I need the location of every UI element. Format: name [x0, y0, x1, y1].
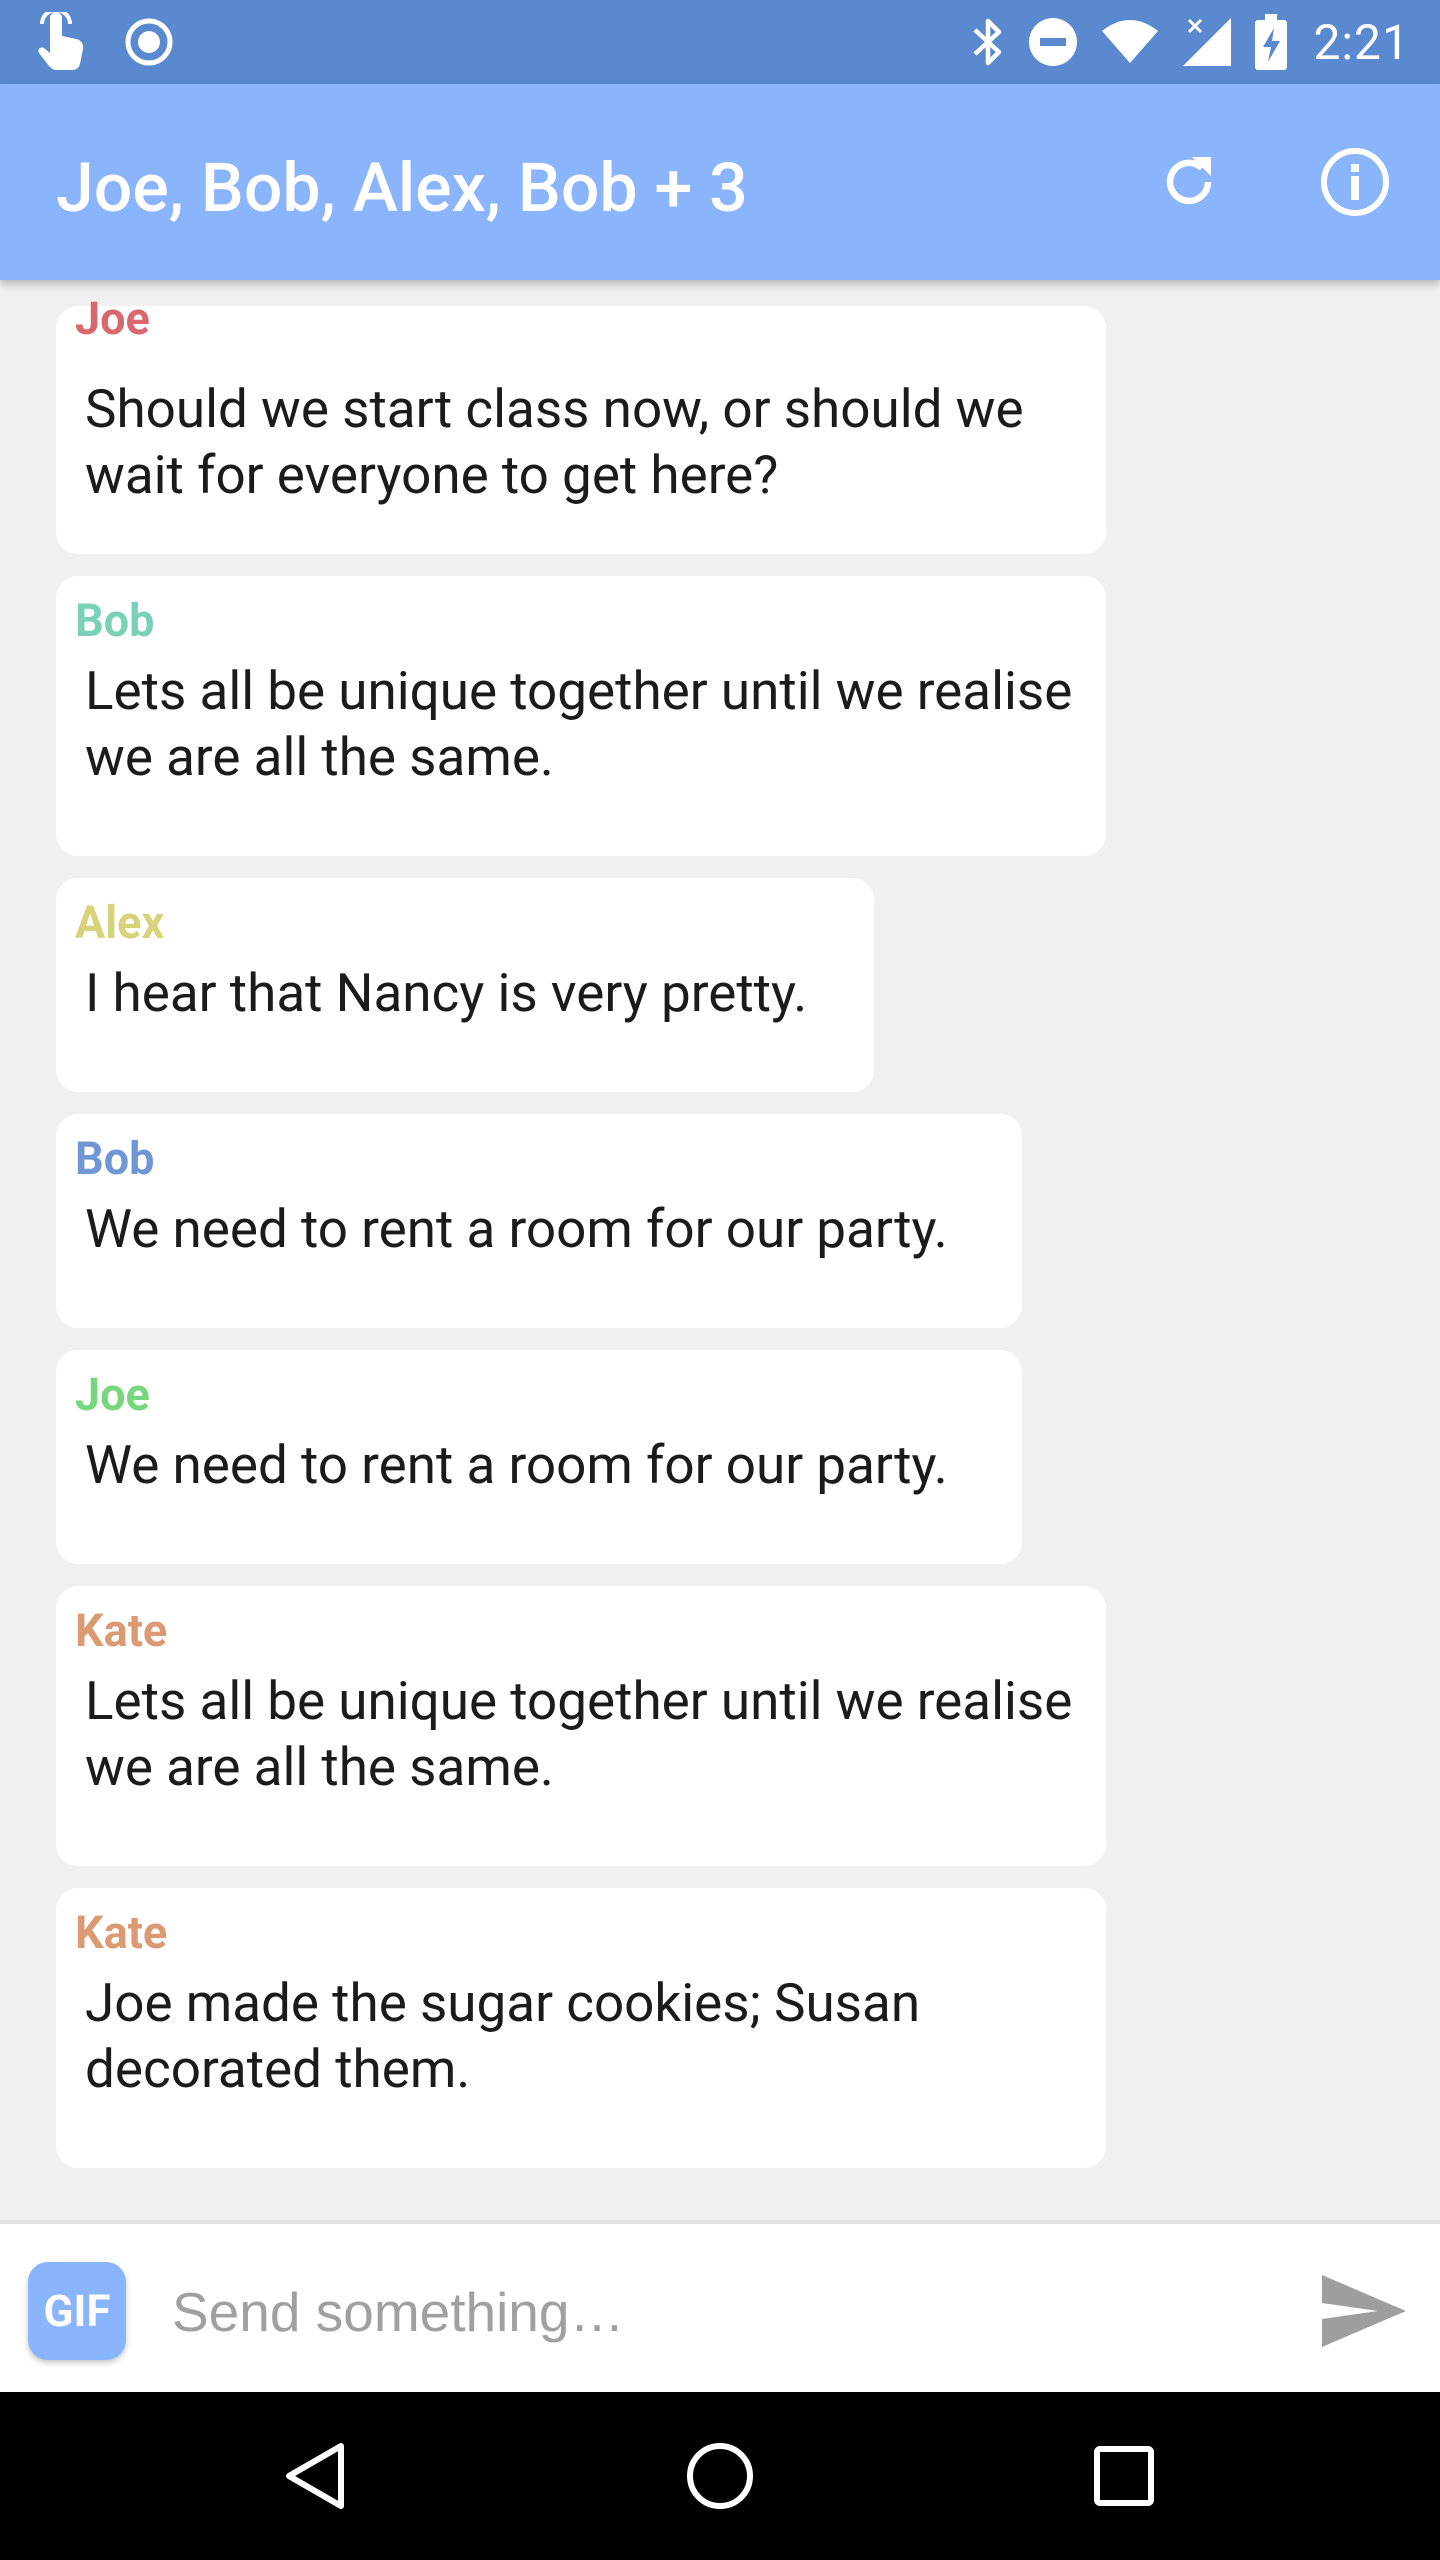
do-not-disturb-icon: [1027, 16, 1079, 68]
recents-button[interactable]: [1074, 2426, 1174, 2526]
message-bubble[interactable]: Bob Lets all be unique together until we…: [56, 576, 1106, 856]
record-icon: [124, 17, 174, 67]
info-button[interactable]: [1313, 140, 1397, 224]
composer-bar: GIF: [0, 2220, 1440, 2392]
message-bubble[interactable]: Joe We need to rent a room for our party…: [56, 1350, 1022, 1564]
info-icon: [1321, 148, 1389, 216]
message-list[interactable]: Joe Should we start class now, or should…: [0, 280, 1440, 2220]
message-text: Should we start class now, or should we …: [85, 378, 1024, 506]
message-bubble[interactable]: Kate Joe made the sugar cookies; Susan d…: [56, 1888, 1106, 2168]
refresh-button[interactable]: [1147, 140, 1231, 224]
message-sender: Kate: [75, 1906, 168, 1959]
refresh-icon: [1166, 157, 1212, 205]
message-sender: Joe: [75, 292, 150, 345]
message-bubble[interactable]: Bob We need to rent a room for our party…: [56, 1114, 1022, 1328]
wifi-icon: [1101, 19, 1159, 65]
send-icon: [1322, 2275, 1406, 2347]
gif-button[interactable]: GIF: [28, 2262, 126, 2360]
message-text: We need to rent a room for our party.: [85, 1434, 948, 1496]
bluetooth-icon: [971, 16, 1005, 68]
message-text: Lets all be unique together until we rea…: [85, 1670, 1073, 1798]
message-sender: Kate: [75, 1604, 168, 1657]
message-sender: Joe: [75, 1368, 150, 1421]
message-bubble[interactable]: Alex I hear that Nancy is very pretty.: [56, 878, 874, 1092]
status-time: 2:21: [1313, 13, 1410, 71]
message-bubble[interactable]: Joe Should we start class now, or should…: [56, 292, 1106, 554]
app-bar: Joe, Bob, Alex, Bob + 3: [0, 84, 1440, 280]
home-button[interactable]: [670, 2426, 770, 2526]
conversation-title: Joe, Bob, Alex, Bob + 3: [56, 148, 748, 228]
send-button[interactable]: [1316, 2268, 1412, 2354]
message-sender: Bob: [75, 1132, 155, 1185]
message-bubble[interactable]: Kate Lets all be unique together until w…: [56, 1586, 1106, 1866]
cell-signal-icon: [1181, 16, 1233, 68]
navigation-bar: [0, 2392, 1440, 2560]
home-icon: [687, 2443, 753, 2509]
battery-charging-icon: [1255, 14, 1288, 70]
back-button[interactable]: [266, 2426, 366, 2526]
message-input[interactable]: [172, 2264, 1272, 2360]
message-text: Lets all be unique together until we rea…: [85, 660, 1073, 788]
back-icon: [286, 2443, 344, 2509]
recents-icon: [1094, 2446, 1154, 2506]
message-sender: Bob: [75, 594, 155, 647]
touch-icon: [38, 12, 90, 72]
message-sender: Alex: [75, 896, 165, 949]
message-text: We need to rent a room for our party.: [85, 1198, 948, 1260]
message-text: Joe made the sugar cookies; Susan decora…: [85, 1972, 921, 2100]
status-bar: 2:21: [0, 0, 1440, 84]
message-text: I hear that Nancy is very pretty.: [85, 962, 808, 1024]
